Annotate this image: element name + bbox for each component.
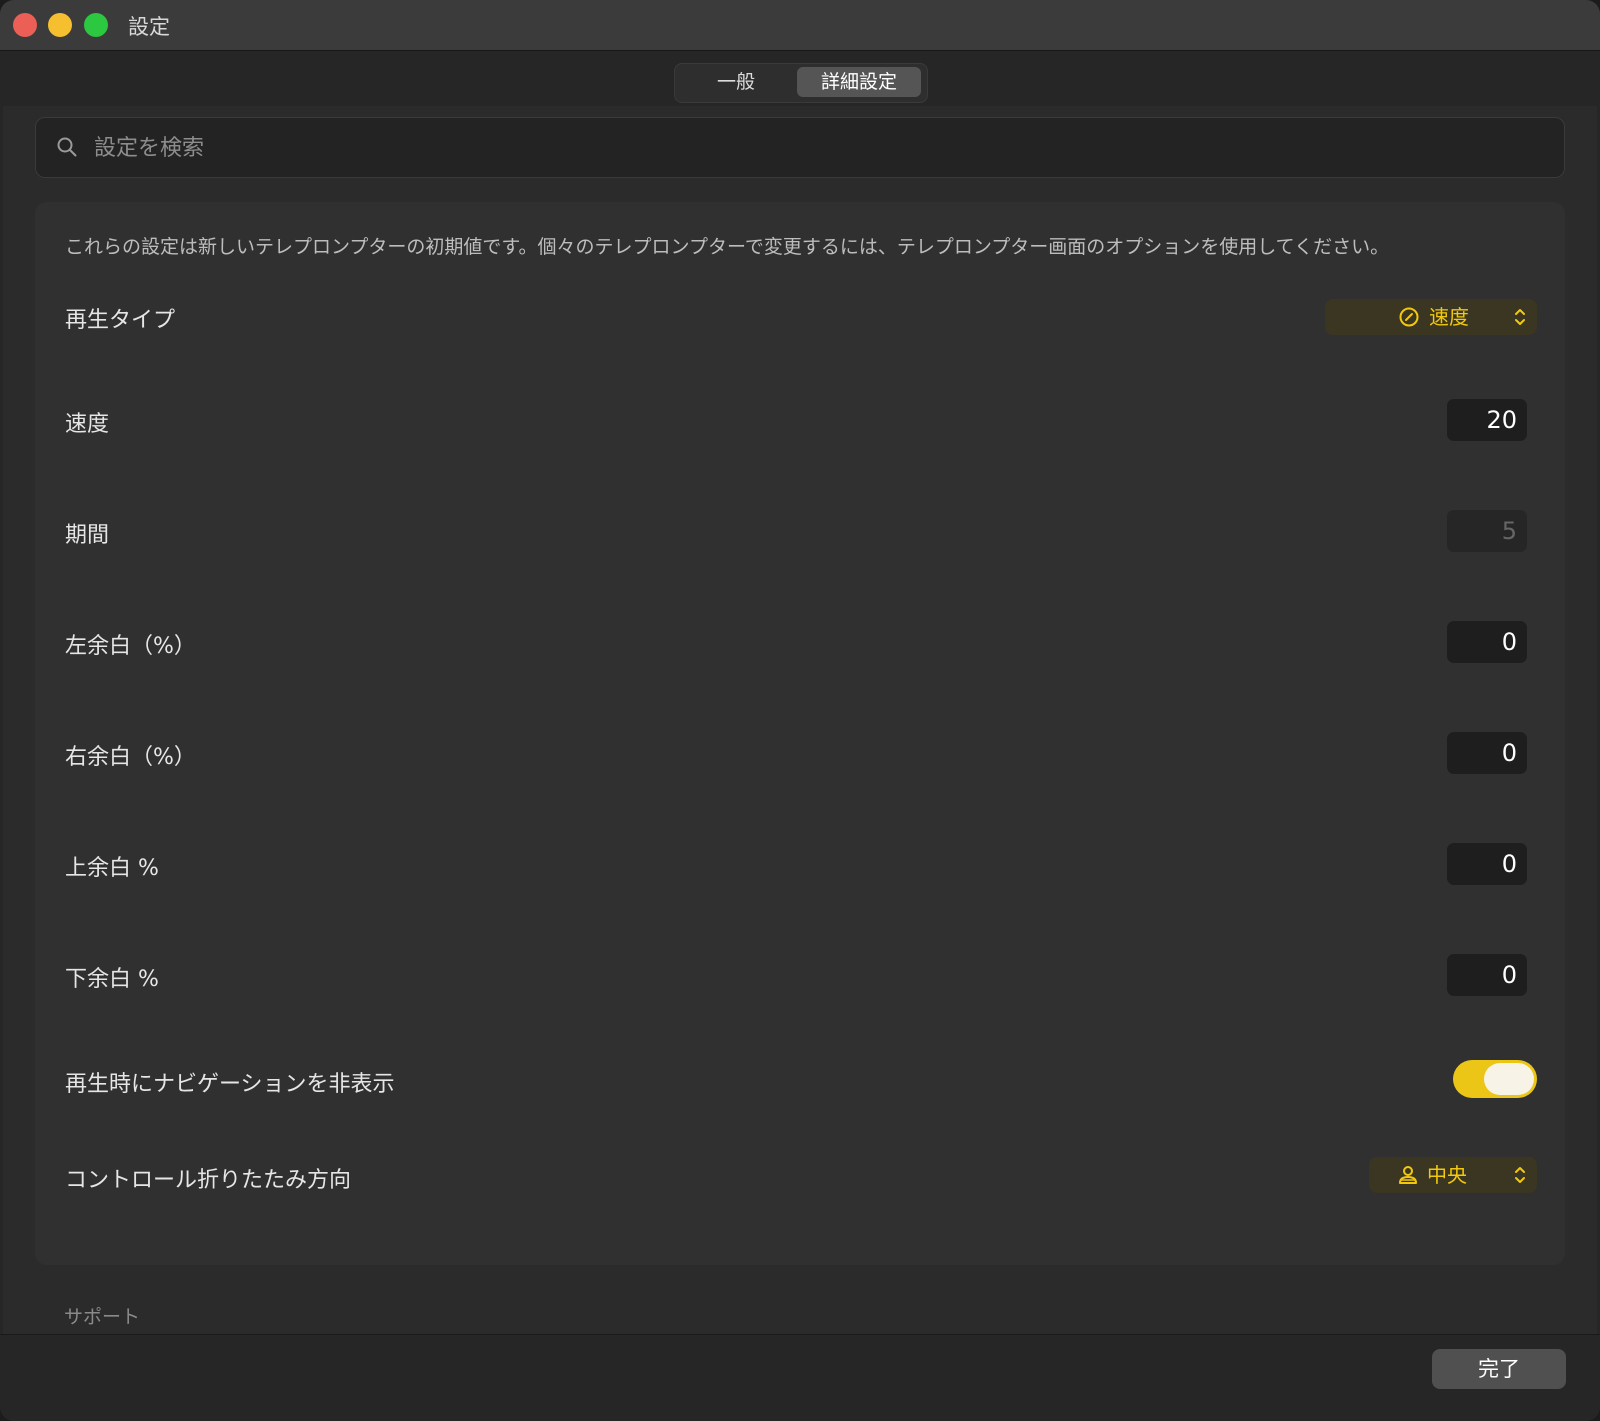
tab-general[interactable]: 一般 [679,67,793,97]
intro-text: これらの設定は新しいテレプロンプターの初期値です。個々のテレプロンプターで変更す… [65,236,1390,258]
bottom-margin-field[interactable]: 0 [1447,954,1527,996]
window-title: 設定 [128,15,170,39]
toolbar: 一般 詳細設定 [0,51,1600,106]
bottom-bar: 完了 [0,1334,1600,1421]
speed-label: 速度 [65,412,110,437]
settings-panel: これらの設定は新しいテレプロンプターの初期値です。個々のテレプロンプターで変更す… [35,202,1565,1265]
tab-switcher: 一般 詳細設定 [674,63,928,103]
hide-navigation-label: 再生時にナビゲーションを非表示 [65,1072,395,1097]
left-margin-label: 左余白（%） [65,634,196,659]
title-bar: 設定 [0,0,1600,51]
top-margin-field[interactable]: 0 [1447,843,1527,885]
person-center-icon [1399,1166,1417,1184]
duration-label: 期間 [65,523,110,548]
done-button[interactable]: 完了 [1432,1349,1566,1389]
speedometer-icon [1399,307,1419,327]
hide-navigation-toggle[interactable] [1453,1060,1537,1098]
search-icon [57,137,77,157]
playback-type-value: 速度 [1429,305,1469,329]
support-section-header: サポート [64,1306,141,1328]
top-margin-label: 上余白 % [65,856,159,881]
toggle-knob [1484,1063,1534,1095]
search-input[interactable] [92,118,1536,179]
chevron-updown-icon [1515,1167,1525,1183]
right-margin-field[interactable]: 0 [1447,732,1527,774]
duration-field: 5 [1447,510,1527,552]
playback-type-label: 再生タイプ [65,308,176,333]
left-margin-field[interactable]: 0 [1447,621,1527,663]
control-collapse-value: 中央 [1427,1163,1467,1187]
speed-field[interactable]: 20 [1447,399,1527,441]
control-collapse-popup[interactable]: 中央 [1369,1157,1537,1193]
search-field [35,117,1565,179]
close-window-button[interactable] [13,13,37,37]
control-collapse-label: コントロール折りたたみ方向 [65,1168,352,1193]
tab-advanced[interactable]: 詳細設定 [797,67,921,97]
zoom-window-button[interactable] [84,13,108,37]
chevron-updown-icon [1515,309,1525,325]
settings-window: 設定 一般 詳細設定 これらの設定は新しいテレプロンプターの初期値です。個々のテ… [0,0,1600,1421]
playback-type-popup[interactable]: 速度 [1325,299,1537,335]
bottom-margin-label: 下余白 % [65,967,159,992]
minimize-window-button[interactable] [48,13,72,37]
right-margin-label: 右余白（%） [65,745,196,770]
